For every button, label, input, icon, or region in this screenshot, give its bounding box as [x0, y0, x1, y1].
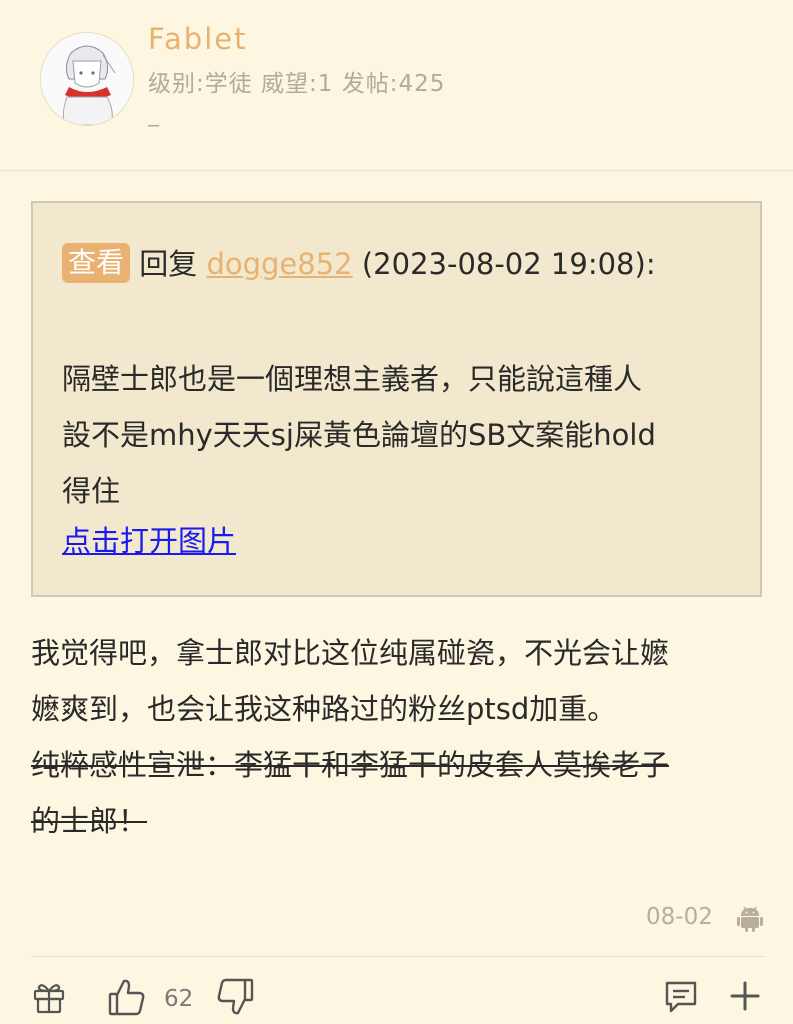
strikethrough-line: 纯粹感性宣泄：李猛干和李猛干的皮套人莫挨老子: [31, 748, 670, 782]
post-content: 我觉得吧，拿士郎对比这位纯属碰瓷，不光会让嬷 嬷爽到，也会让我这种路过的粉丝pt…: [31, 625, 766, 849]
strikethrough-line: 的士郎！: [31, 804, 148, 838]
user-signature: _: [148, 102, 159, 127]
quote-text: 隔壁士郎也是一個理想主義者，只能說這種人 設不是mhy天天sj屎黃色論壇的SB文…: [62, 351, 742, 519]
avatar[interactable]: [40, 32, 134, 126]
gift-icon[interactable]: [31, 979, 67, 1019]
comment-icon[interactable]: [662, 978, 700, 1020]
android-icon: [735, 903, 765, 937]
thumbs-up-icon[interactable]: [106, 976, 148, 1022]
post-line: 我觉得吧，拿士郎对比这位纯属碰瓷，不光会让嬷: [31, 636, 670, 670]
quote-block: 查看 回复 dogge852 (2023-08-02 19:08): 隔壁士郎也…: [31, 201, 762, 597]
quote-header: 查看 回复 dogge852 (2023-08-02 19:08):: [62, 241, 656, 287]
post-header: Fablet 级别:学徒 威望:1 发帖:425 _: [0, 0, 793, 171]
plus-icon[interactable]: [728, 979, 762, 1017]
post-date: 08-02: [646, 904, 713, 930]
quoted-user-link[interactable]: dogge852: [206, 247, 352, 281]
quote-line: 得住: [62, 474, 121, 508]
quote-time: (2023-08-02 19:08):: [361, 247, 656, 281]
user-stats: 级别:学徒 威望:1 发帖:425: [148, 71, 446, 97]
like-count: 62: [164, 986, 194, 1012]
quote-line: 設不是mhy天天sj屎黃色論壇的SB文案能hold: [62, 418, 656, 452]
view-button[interactable]: 查看: [62, 243, 131, 283]
thumbs-down-icon[interactable]: [214, 976, 256, 1022]
post-line: 嬷爽到，也会让我这种路过的粉丝ptsd加重。: [31, 692, 617, 726]
divider: [31, 956, 764, 957]
reply-label: 回复: [139, 247, 198, 281]
username[interactable]: Fablet: [148, 22, 247, 56]
quote-line: 隔壁士郎也是一個理想主義者，只能說這種人: [62, 362, 643, 396]
open-image-link[interactable]: 点击打开图片: [62, 519, 236, 563]
